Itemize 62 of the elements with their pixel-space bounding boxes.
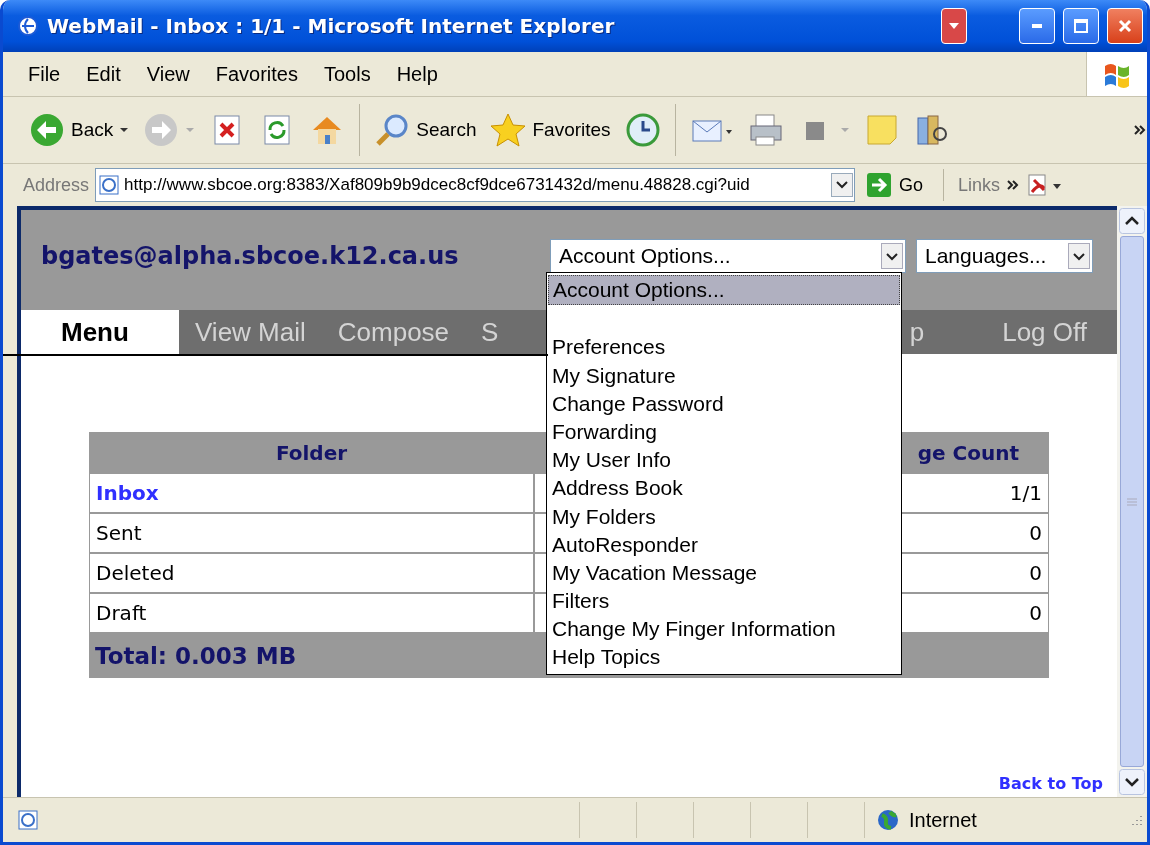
maximize-icon xyxy=(1073,18,1089,34)
folder-link[interactable]: Inbox xyxy=(89,473,534,513)
chevron-icon[interactable] xyxy=(1006,178,1021,192)
column-header: ge Count xyxy=(916,439,1020,467)
window-title: WebMail - Inbox : 1/1 - Microsoft Internet Explorer xyxy=(47,14,615,38)
address-field[interactable]: http://www.sbcoe.org:8383/Xaf809b9b9dcec8cf9dce6731432d/menu.48828.cgi?uid xyxy=(95,168,856,202)
menu-item[interactable]: File xyxy=(17,62,72,86)
table-cell: Deleted xyxy=(89,553,534,593)
caret-icon xyxy=(839,127,850,133)
star-icon xyxy=(490,112,527,148)
page-icon xyxy=(17,809,39,831)
scroll-up-icon[interactable] xyxy=(1119,208,1145,234)
list-option[interactable]: Change Password xyxy=(548,389,900,418)
toolbar-button[interactable]: Favorites xyxy=(486,110,615,150)
account-options-select[interactable]: Account Options... xyxy=(550,239,906,273)
caret-icon xyxy=(948,22,960,30)
menu-item[interactable]: Help xyxy=(385,62,449,86)
table-cell: Sent xyxy=(89,513,534,553)
dropdown-button[interactable] xyxy=(941,8,967,44)
nav-tab[interactable]: Menu xyxy=(21,310,179,354)
scroll-down-icon[interactable] xyxy=(1119,769,1145,795)
menu-item[interactable]: Tools xyxy=(312,62,382,86)
browser-icon xyxy=(17,15,39,37)
back-button[interactable]: Back xyxy=(25,110,134,150)
table-cell: Draft xyxy=(89,593,534,633)
list-option[interactable]: Preferences xyxy=(548,333,900,362)
pdf-icon[interactable] xyxy=(1026,172,1063,198)
url-text: http://www.sbcoe.org:8383/Xaf809b9b9dcec8cf9dce6731432d/menu.48828.cgi?uid xyxy=(124,175,751,195)
maximize-button[interactable] xyxy=(1063,8,1099,44)
zone-label: Internet xyxy=(909,808,977,832)
column-header: Folder xyxy=(274,439,349,467)
list-option[interactable]: Account Options... xyxy=(548,275,900,306)
scrollbar[interactable] xyxy=(1117,206,1147,797)
minimize-icon xyxy=(1032,24,1042,28)
back-to-top-link[interactable]: Back to Top xyxy=(998,774,1103,793)
grip-icon xyxy=(1127,496,1137,507)
caret-icon xyxy=(185,127,196,133)
close-button[interactable] xyxy=(1107,8,1143,44)
list-option[interactable]: Forwarding xyxy=(548,417,900,447)
menu-item[interactable]: Favorites xyxy=(204,62,309,86)
minimize-button[interactable] xyxy=(1019,8,1055,44)
chevron-icon[interactable] xyxy=(1133,123,1147,137)
page-icon xyxy=(98,174,121,196)
list-option[interactable]: Help Topics xyxy=(548,643,900,672)
account-options-menu[interactable]: Account Options... Preferences My Signature Change Password Forwarding My User Info Address Book My Folders AutoResponder My Vacation Message Filters Change My Finger Information Help Topics xyxy=(546,272,902,675)
go-button[interactable]: Go xyxy=(861,173,930,197)
languages-select[interactable]: Languages... xyxy=(916,239,1093,273)
address-label: Address xyxy=(23,174,90,196)
history-icon[interactable] xyxy=(624,112,661,148)
scroll-thumb[interactable] xyxy=(1120,236,1144,767)
total-size: Total: 0.003 MB xyxy=(95,642,297,669)
caret-icon xyxy=(119,127,130,133)
user-email: bgates@alpha.sbcoe.k12.ca.us xyxy=(41,242,460,270)
list-option[interactable]: My User Info xyxy=(548,446,900,475)
toolbar-button[interactable]: Search xyxy=(370,110,481,150)
links-button[interactable]: Links xyxy=(958,174,1001,196)
menu-item[interactable]: Edit xyxy=(75,62,132,86)
list-option[interactable]: My Signature xyxy=(548,361,900,390)
menu-item[interactable]: View xyxy=(135,62,201,86)
globe-icon xyxy=(877,809,899,831)
close-icon xyxy=(1117,18,1133,34)
printer-icon[interactable] xyxy=(747,112,784,148)
